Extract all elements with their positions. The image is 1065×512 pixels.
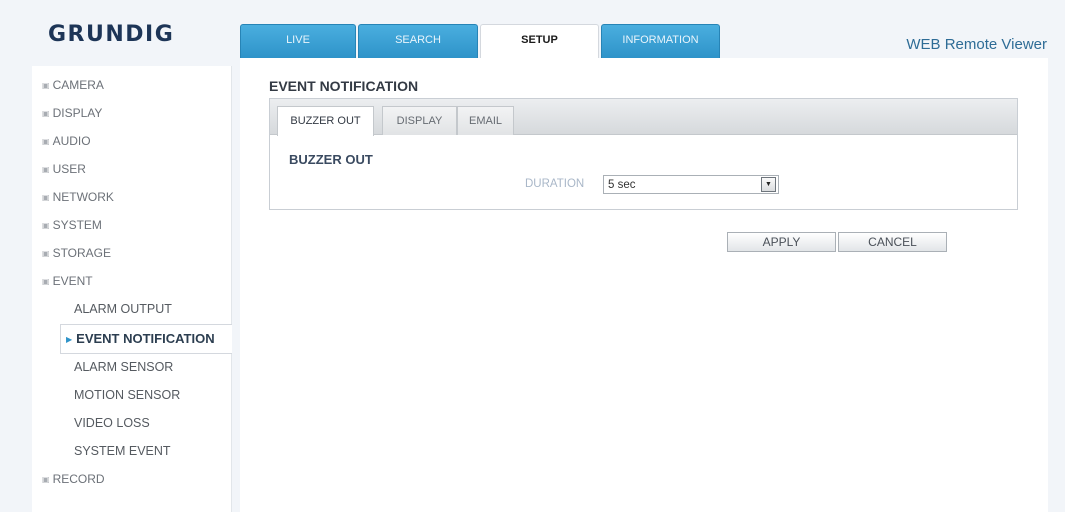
sidebar-subitem-alarm-sensor[interactable]: ALARM SENSOR	[74, 360, 173, 374]
grundig-logo: GRUNDIG	[48, 22, 175, 47]
subtab-display[interactable]: DISPLAY	[382, 106, 457, 135]
square-bullet-icon: ▣	[42, 81, 50, 90]
square-bullet-icon: ▣	[42, 109, 50, 118]
app-name: WEB Remote Viewer	[906, 36, 1047, 53]
section-title: BUZZER OUT	[289, 152, 373, 167]
tab-setup[interactable]: SETUP	[480, 24, 599, 60]
apply-button[interactable]: APPLY	[727, 232, 836, 252]
sidebar-item-label: STORAGE	[52, 246, 112, 260]
sidebar-item-label: AUDIO	[52, 134, 91, 148]
tab-live[interactable]: LIVE	[240, 24, 356, 58]
sidebar-item-display[interactable]: ▣ DISPLAY	[42, 106, 102, 120]
sidebar-item-event[interactable]: ▣ EVENT	[42, 274, 93, 288]
subtab-bar: BUZZER OUT DISPLAY EMAIL	[270, 99, 1017, 136]
sidebar-item-label: NETWORK	[52, 190, 114, 204]
square-bullet-icon: ▣	[42, 137, 50, 146]
sidebar-item-network[interactable]: ▣ NETWORK	[42, 190, 114, 204]
sidebar-item-label: DISPLAY	[52, 106, 103, 120]
duration-value: 5 sec	[608, 179, 636, 191]
sidebar-item-label: RECORD	[52, 472, 105, 486]
page-title: EVENT NOTIFICATION	[269, 78, 419, 94]
main-content: EVENT NOTIFICATION BUZZER OUT DISPLAY EM…	[240, 58, 1048, 512]
sidebar-subitem-motion-sensor[interactable]: MOTION SENSOR	[74, 388, 180, 402]
square-bullet-icon: ▣	[42, 193, 50, 202]
main-nav-tabs: LIVE SEARCH SETUP INFORMATION	[240, 24, 722, 60]
sidebar-item-audio[interactable]: ▣ AUDIO	[42, 134, 91, 148]
tab-search[interactable]: SEARCH	[358, 24, 478, 58]
settings-panel: BUZZER OUT DISPLAY EMAIL BUZZER OUT DURA…	[269, 98, 1018, 210]
sidebar-subitem-system-event[interactable]: SYSTEM EVENT	[74, 444, 171, 458]
sidebar: ▣ CAMERA ▣ DISPLAY ▣ AUDIO ▣ USER ▣ NETWORK ▣…	[32, 66, 232, 512]
square-bullet-icon: ▣	[42, 277, 50, 286]
square-bullet-icon: ▣	[42, 165, 50, 174]
subtab-buzzer-out[interactable]: BUZZER OUT	[277, 106, 374, 136]
sidebar-item-label: USER	[52, 162, 86, 176]
sidebar-item-record[interactable]: ▣ RECORD	[42, 472, 105, 486]
triangle-right-icon: ▶	[66, 335, 73, 344]
subtab-email[interactable]: EMAIL	[457, 106, 514, 135]
sidebar-item-system[interactable]: ▣ SYSTEM	[42, 218, 102, 232]
sidebar-item-storage[interactable]: ▣ STORAGE	[42, 246, 111, 260]
square-bullet-icon: ▣	[42, 249, 50, 258]
duration-select[interactable]: 5 sec ▼	[603, 175, 779, 194]
dropdown-arrow-icon: ▼	[761, 177, 776, 192]
sidebar-subitem-video-loss[interactable]: VIDEO LOSS	[74, 416, 150, 430]
sidebar-item-label: SYSTEM	[52, 218, 102, 232]
sidebar-item-user[interactable]: ▣ USER	[42, 162, 86, 176]
tab-information[interactable]: INFORMATION	[601, 24, 720, 58]
square-bullet-icon: ▣	[42, 475, 50, 484]
sidebar-subitem-label: EVENT NOTIFICATION	[76, 331, 215, 346]
sidebar-subitem-alarm-output[interactable]: ALARM OUTPUT	[74, 302, 172, 316]
square-bullet-icon: ▣	[42, 221, 50, 230]
cancel-button[interactable]: CANCEL	[838, 232, 947, 252]
sidebar-subitem-event-notification[interactable]: ▶ EVENT NOTIFICATION	[60, 324, 232, 354]
sidebar-item-camera[interactable]: ▣ CAMERA	[42, 78, 104, 92]
sidebar-item-label: CAMERA	[52, 78, 104, 92]
duration-label: DURATION	[525, 178, 585, 190]
sidebar-item-label: EVENT	[52, 274, 93, 288]
